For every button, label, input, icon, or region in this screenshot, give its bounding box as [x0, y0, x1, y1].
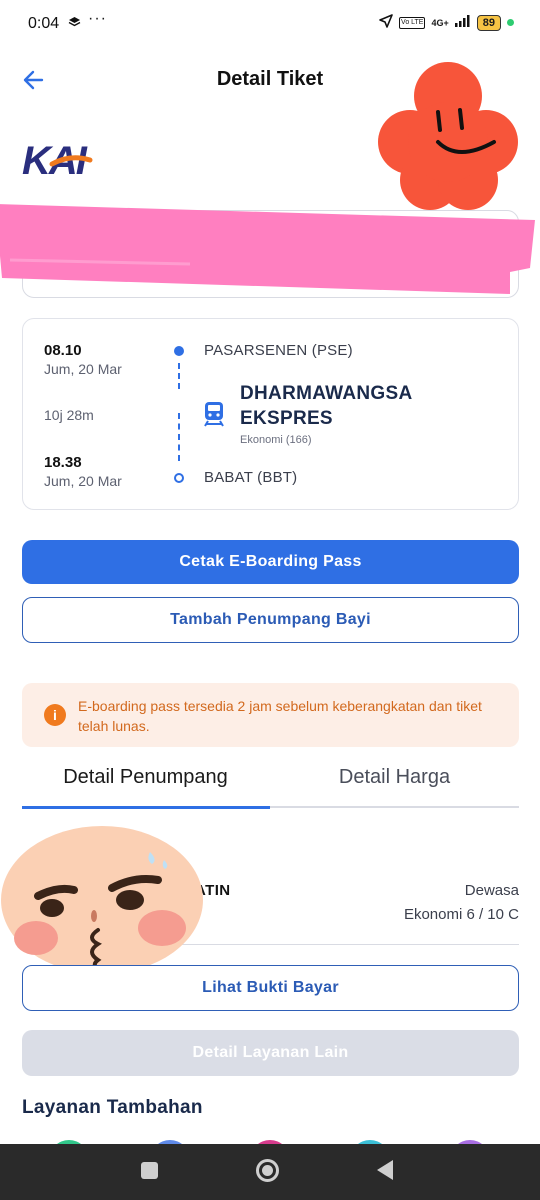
volte-badge: Vo LTE: [399, 16, 426, 29]
battery-indicator: 89: [476, 14, 501, 31]
status-bar: 0:04 ··· Vo LTE 4G+ 89: [0, 0, 540, 50]
arrival-station: BABAT (BBT): [204, 469, 298, 486]
status-time: 0:04: [28, 15, 60, 32]
tab-price-detail[interactable]: Detail Harga: [270, 766, 519, 789]
print-eboarding-pass-button[interactable]: Cetak E-Boarding Pass: [22, 540, 519, 584]
additional-services-title: Layanan Tambahan: [22, 1097, 203, 1118]
train-icon: [203, 401, 225, 432]
eboarding-info-box: i E-boarding pass tersedia 2 jam sebelum…: [22, 683, 519, 747]
more-notifications-icon: ···: [88, 10, 107, 27]
train-name-line2: EKSPRES: [240, 408, 333, 429]
arrival-dot: [174, 473, 184, 483]
status-indicators: Vo LTE 4G+ 89: [379, 14, 514, 31]
arrival-time: 18.38: [44, 454, 82, 471]
passenger-seat: Ekonomi 6 / 10 C: [403, 906, 519, 923]
info-icon: i: [44, 704, 66, 726]
departure-station: PASARSENEN (PSE): [204, 342, 353, 359]
add-infant-passenger-button[interactable]: Tambah Penumpang Bayi: [22, 597, 519, 643]
flower-smiley-sticker: [378, 56, 518, 218]
departure-dot: [174, 346, 184, 356]
train-name-line1: DHARMAWANGSA: [240, 383, 413, 404]
journey-card: 08.10 Jum, 20 Mar 10j 28m 18.38 Jum, 20 …: [22, 318, 519, 510]
train-class: Ekonomi (166): [240, 434, 312, 446]
tab-active-indicator: [22, 806, 270, 809]
kai-logo: KAI: [22, 138, 106, 185]
layers-icon: [68, 16, 81, 32]
privacy-dot-icon: [507, 19, 514, 26]
eboarding-info-text: E-boarding pass tersedia 2 jam sebelum k…: [78, 698, 482, 734]
trip-duration: 10j 28m: [44, 407, 94, 423]
system-back-icon[interactable]: [377, 1160, 393, 1180]
route-line-bottom: [178, 413, 180, 461]
departure-time: 08.10: [44, 342, 82, 359]
other-services-detail-button[interactable]: Detail Layanan Lain: [22, 1030, 519, 1076]
recent-apps-icon[interactable]: [141, 1162, 158, 1179]
route-line-top: [178, 363, 180, 389]
network-label: 4G+: [431, 17, 449, 28]
location-icon: [379, 14, 393, 31]
signal-icon: [454, 15, 471, 30]
tab-passenger-detail[interactable]: Detail Penumpang: [21, 766, 270, 789]
departure-date: Jum, 20 Mar: [44, 361, 122, 377]
arrival-date: Jum, 20 Mar: [44, 473, 122, 489]
face-sticker: [0, 824, 205, 976]
home-icon-inner: [262, 1165, 273, 1176]
view-payment-proof-button[interactable]: Lihat Bukti Bayar: [22, 965, 519, 1011]
passenger-type: Dewasa: [464, 882, 519, 899]
